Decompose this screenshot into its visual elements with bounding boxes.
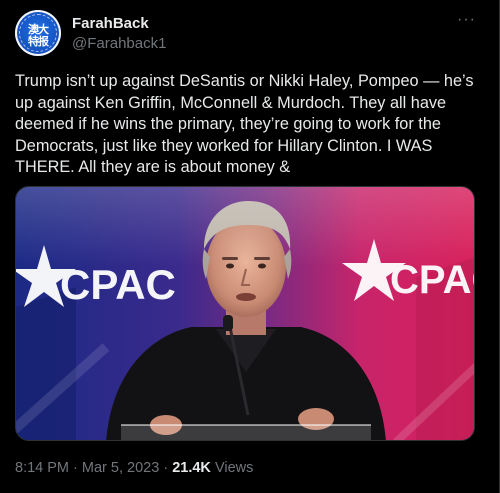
tweet-media-video[interactable]: CPAC CPAC <box>15 186 475 441</box>
meta-separator: · <box>73 460 78 476</box>
author-avatar[interactable]: 澳大 特报 <box>15 10 61 56</box>
tweet-date[interactable]: Mar 5, 2023 <box>82 460 159 476</box>
author-handle[interactable]: @Farahback1 <box>72 35 166 52</box>
tweet-meta: 8:14 PM · Mar 5, 2023 · 21.4K Views <box>15 460 253 476</box>
tweet-card[interactable]: 澳大 特报 FarahBack @Farahback1 ··· Trump is… <box>0 0 500 493</box>
tweet-text: Trump isn’t up against DeSantis or Nikki… <box>15 72 474 176</box>
tweet-time[interactable]: 8:14 PM <box>15 460 69 476</box>
views-label: Views <box>214 460 254 476</box>
meta-separator-2: · <box>163 460 169 476</box>
cpac-text-left: CPAC <box>60 261 176 308</box>
avatar-logo-icon-line2: 特报 <box>28 35 49 48</box>
more-options-icon[interactable]: ··· <box>457 12 476 28</box>
video-frame: CPAC CPAC <box>16 187 474 440</box>
author-display-name[interactable]: FarahBack <box>72 15 149 32</box>
views-count: 21.4K <box>172 460 211 476</box>
